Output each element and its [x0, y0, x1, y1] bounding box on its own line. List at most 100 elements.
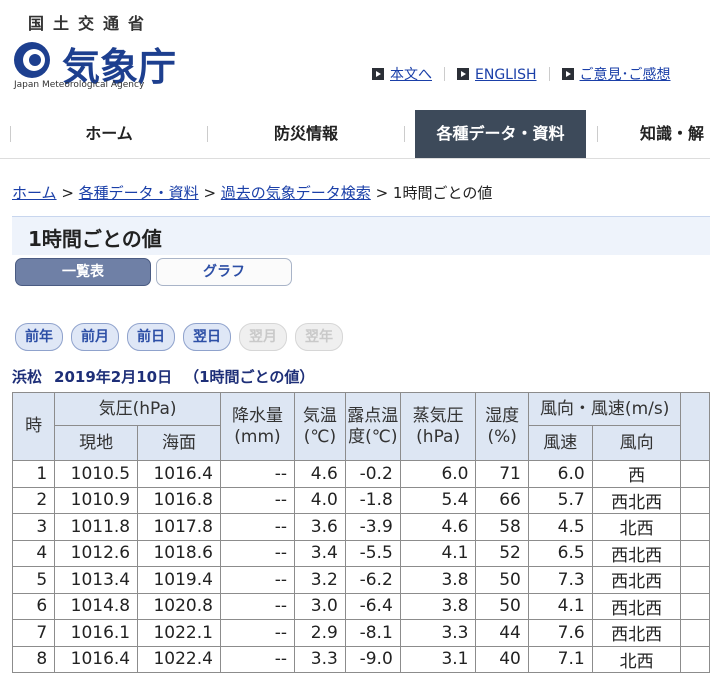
hourly-table-container: 時 気圧(hPa) 降水量(mm) 気温(℃) 露点温度(℃) 蒸気圧(hPa)… [12, 392, 710, 687]
header-wind: 風向・風速(m/s) [527, 392, 682, 426]
header-vapor-pressure: 蒸気圧(hPa) [399, 392, 477, 461]
table-cell: 西北西 [591, 592, 682, 620]
header-sea-pressure: 海面 [137, 425, 221, 461]
arrow-square-icon [372, 68, 384, 80]
arrow-square-icon [561, 68, 574, 80]
table-cell: 西北西 [591, 486, 682, 514]
table-cell: 3.3 [399, 619, 477, 647]
header-wind-direction: 風向 [591, 425, 682, 461]
header-dew-point: 露点温度(℃) [344, 392, 401, 461]
table-cell: 8 [12, 645, 56, 673]
table-cell: 1019.4 [137, 566, 221, 594]
table-cell: 1022.1 [137, 619, 221, 647]
table-cell: 1014.8 [54, 592, 139, 620]
table-row: 2 1010.9 1016.8 -- 4.0 -1.8 5.4 66 5.7 西北西 [12, 486, 710, 514]
feedback-link[interactable]: ご意見･ご感想 [561, 64, 671, 84]
table-cell: 7.6 [527, 619, 593, 647]
table-cell: 西北西 [591, 539, 682, 567]
table-cell: 2 [12, 486, 56, 514]
table-cell: -- [219, 592, 295, 620]
page-title: 1時間ごとの値 [28, 227, 162, 251]
table-cell: 3.3 [293, 645, 346, 673]
table-cell: 6.0 [527, 460, 593, 488]
table-cell: 1016.1 [54, 619, 139, 647]
table-cell: -- [219, 619, 295, 647]
table-cell: 4.1 [527, 592, 593, 620]
table-cell: -- [219, 513, 295, 541]
table-cell: 1016.8 [137, 486, 221, 514]
data-date: 2019年2月10日 [54, 368, 173, 386]
nav-knowledge[interactable]: 知識・解 [640, 110, 710, 158]
table-cell: 4.6 [293, 460, 346, 488]
table-cell: -8.1 [344, 619, 401, 647]
data-header: 浜松 2019年2月10日 （1時間ごとの値） [12, 366, 326, 387]
skip-to-content-link[interactable]: 本文へ [372, 64, 432, 84]
agency-name-en: Japan Meteorological Agency [14, 80, 145, 90]
table-cell: -- [219, 539, 295, 567]
table-cell: 北西 [591, 645, 682, 673]
prev-year-button[interactable]: 前年 [15, 323, 63, 351]
table-cell: 1011.8 [54, 513, 139, 541]
table-cell: 6.0 [399, 460, 477, 488]
table-cell: 1010.9 [54, 486, 139, 514]
table-cell: 4.1 [399, 539, 477, 567]
header-wind-speed: 風速 [527, 425, 593, 461]
breadcrumb-data[interactable]: 各種データ・資料 [79, 184, 199, 202]
table-cell: 66 [475, 486, 529, 514]
table-cell: 7 [12, 619, 56, 647]
table-cell: -- [219, 566, 295, 594]
table-cell: 6.5 [527, 539, 593, 567]
header-temperature: 気温(℃) [293, 392, 346, 461]
nav-disaster-info[interactable]: 防災情報 [208, 110, 404, 158]
nav-home[interactable]: ホーム [11, 110, 207, 158]
table-cell: 1016.4 [137, 460, 221, 488]
table-cell: 1022.4 [137, 645, 221, 673]
station-name: 浜松 [12, 368, 43, 386]
table-row: 7 1016.1 1022.1 -- 2.9 -8.1 3.3 44 7.6 西北西 [12, 619, 710, 647]
main-nav: ホーム 防災情報 各種データ・資料 知識・解 [0, 110, 710, 159]
page-title-bar: 1時間ごとの値 [12, 216, 710, 255]
table-cell: 3.6 [293, 513, 346, 541]
table-row: 3 1011.8 1017.8 -- 3.6 -3.9 4.6 58 4.5 北西 [12, 513, 710, 541]
table-cell: 1010.5 [54, 460, 139, 488]
prev-day-button[interactable]: 前日 [127, 323, 175, 351]
table-cell: 1012.6 [54, 539, 139, 567]
prev-month-button[interactable]: 前月 [71, 323, 119, 351]
table-cell: -- [219, 460, 295, 488]
table-cell: 6 [12, 592, 56, 620]
header-humidity: 湿度(%) [475, 392, 529, 461]
breadcrumb: ホーム > 各種データ・資料 > 過去の気象データ検索 > 1時間ごとの値 [12, 184, 493, 202]
tab-graph[interactable]: グラフ [156, 258, 292, 286]
table-cell: 3.2 [293, 566, 346, 594]
table-cell: 7.3 [527, 566, 593, 594]
table-cell: -3.9 [344, 513, 401, 541]
english-link[interactable]: ENGLISH [457, 67, 537, 83]
next-month-button: 翌月 [239, 323, 287, 351]
top-links: 本文へ ENGLISH ご意見･ご感想 [372, 64, 671, 84]
table-cell: 7.1 [527, 645, 593, 673]
table-cell: 3.8 [399, 592, 477, 620]
table-cell: 4 [12, 539, 56, 567]
table-cell: -1.8 [344, 486, 401, 514]
breadcrumb-search[interactable]: 過去の気象データ検索 [221, 184, 371, 202]
breadcrumb-home[interactable]: ホーム [12, 184, 57, 202]
next-day-button[interactable]: 翌日 [183, 323, 231, 351]
table-cell: 3.4 [293, 539, 346, 567]
tab-table[interactable]: 一覧表 [15, 258, 151, 286]
table-cell: 1018.6 [137, 539, 221, 567]
table-cell: 西北西 [591, 619, 682, 647]
nav-data-materials[interactable]: 各種データ・資料 [415, 110, 586, 158]
arrow-square-icon [457, 68, 469, 80]
table-row: 8 1016.4 1022.4 -- 3.3 -9.0 3.1 40 7.1 北西 [12, 645, 710, 673]
ministry-name: 国土交通省 [28, 14, 154, 33]
hourly-data-table: 時 気圧(hPa) 降水量(mm) 気温(℃) 露点温度(℃) 蒸気圧(hPa)… [12, 392, 710, 673]
table-cell: 50 [475, 566, 529, 594]
table-cell: -- [219, 486, 295, 514]
table-cell: 52 [475, 539, 529, 567]
table-cell: -5.5 [344, 539, 401, 567]
table-cell: 3.8 [399, 566, 477, 594]
table-cell: 4.5 [527, 513, 593, 541]
table-cell: 40 [475, 645, 529, 673]
table-cell: -6.2 [344, 566, 401, 594]
table-cell: 44 [475, 619, 529, 647]
